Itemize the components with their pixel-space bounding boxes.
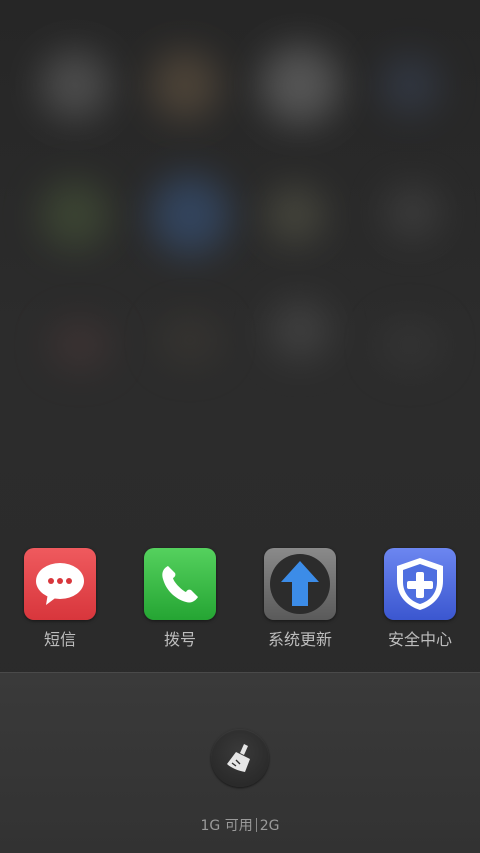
clean-memory-button[interactable]: [211, 729, 269, 787]
memory-info: 1G 可用 2G: [0, 817, 480, 835]
phone-icon: [144, 548, 216, 620]
app-system-update[interactable]: 系统更新: [240, 548, 360, 658]
memory-panel: 1G 可用 2G: [0, 672, 480, 853]
memory-total: 2G: [259, 818, 280, 834]
app-security-center[interactable]: 安全中心: [360, 548, 480, 658]
message-icon: [24, 548, 96, 620]
memory-divider: [255, 818, 257, 832]
shield-cross-icon: [384, 548, 456, 620]
update-arrow-icon: [264, 548, 336, 620]
app-label: 短信: [43, 630, 76, 649]
app-label: 安全中心: [387, 630, 452, 649]
memory-free: 1G 可用: [200, 818, 253, 834]
recent-apps-screen: 短信 拨号 系统更新 安全中心 1G 可用 2G: [0, 0, 480, 853]
app-dialer[interactable]: 拨号: [120, 548, 240, 658]
broom-icon: [227, 744, 250, 772]
recent-apps-row: 短信 拨号 系统更新 安全中心: [0, 548, 480, 658]
app-messages[interactable]: 短信: [0, 548, 120, 658]
blurred-wallpaper: [0, 0, 480, 540]
app-label: 拨号: [163, 630, 196, 649]
app-label: 系统更新: [267, 630, 332, 649]
